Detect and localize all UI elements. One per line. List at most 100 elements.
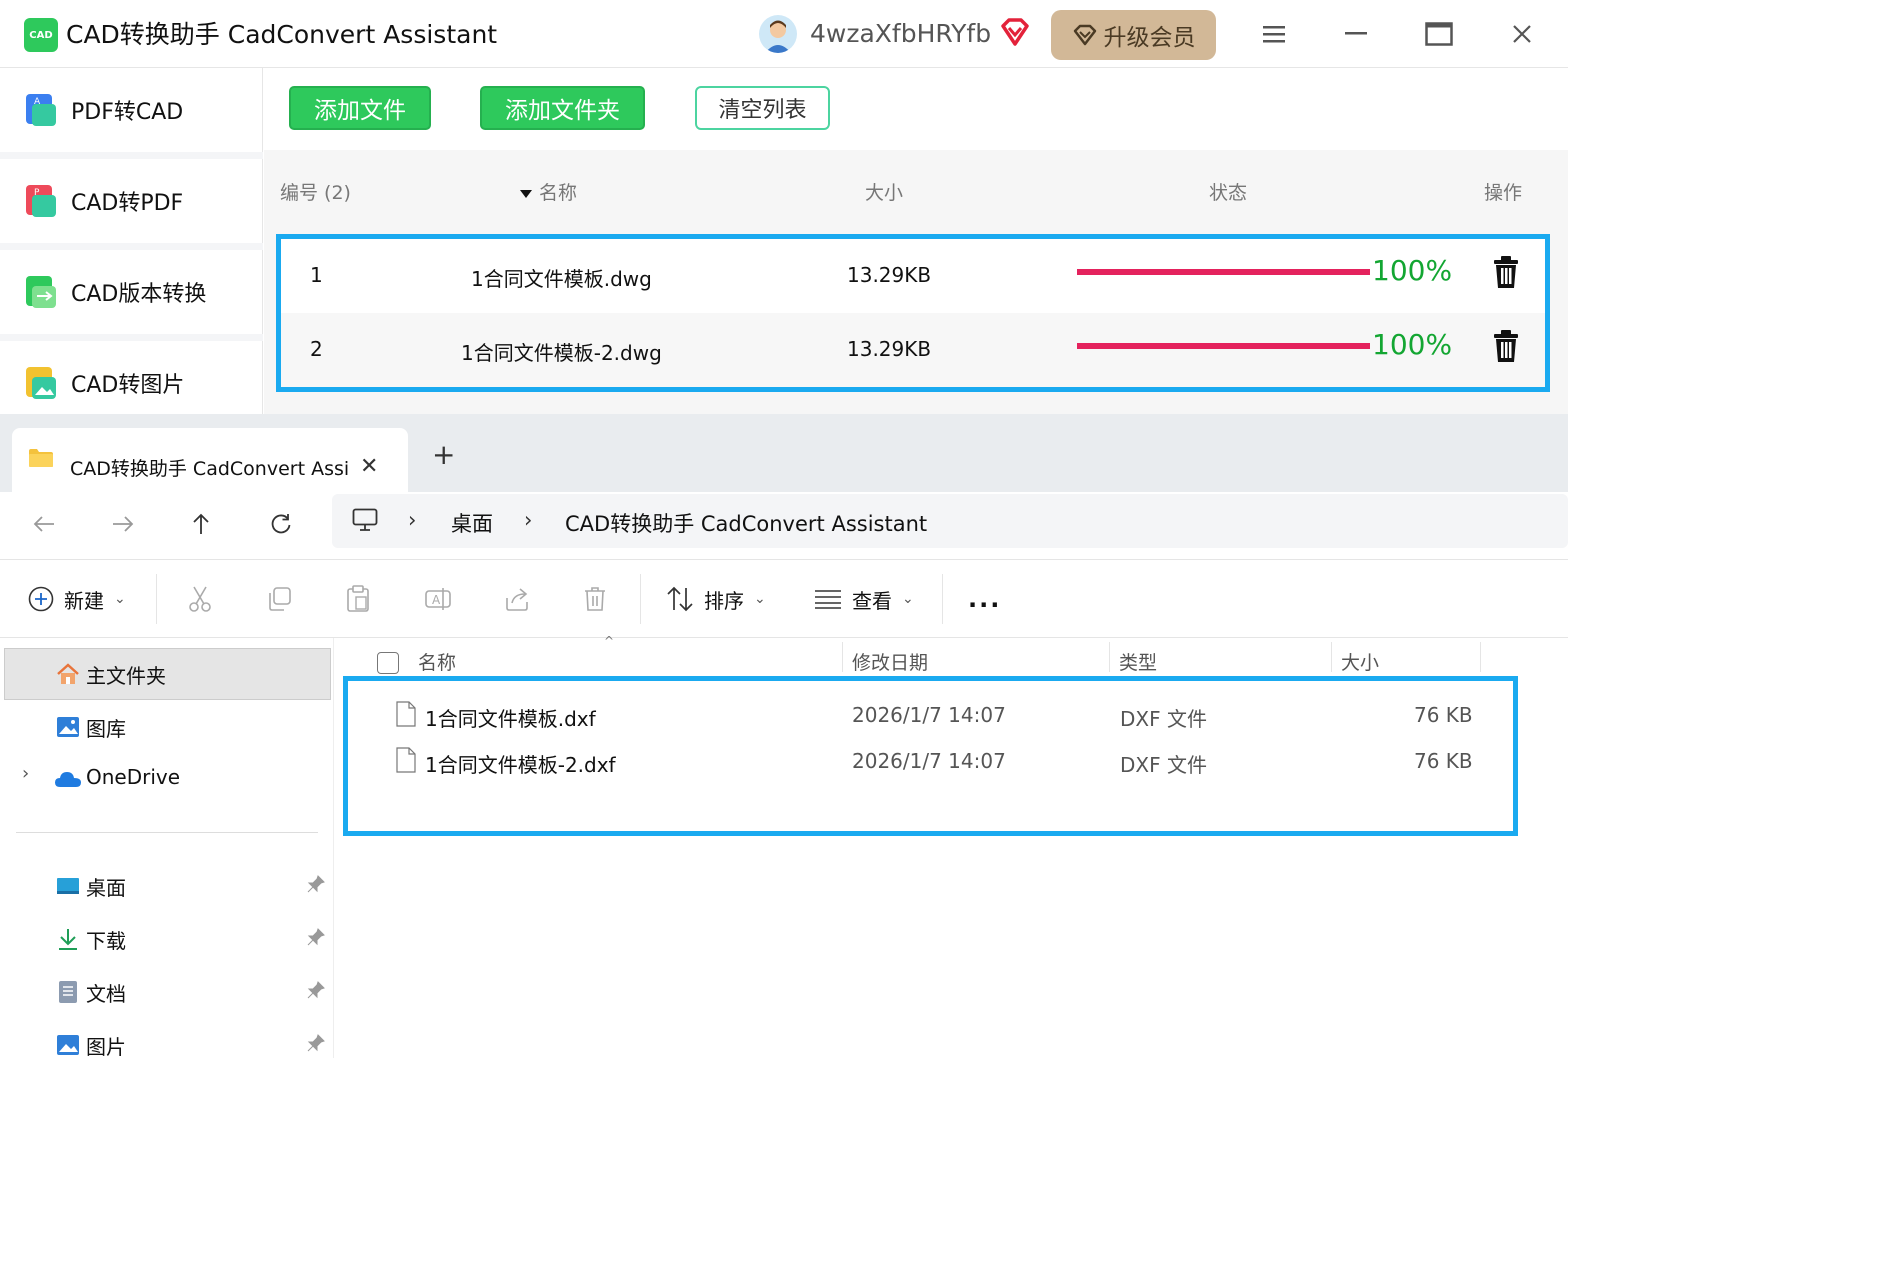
- desktop-icon: [57, 878, 79, 894]
- more-options-button[interactable]: ...: [968, 560, 1001, 638]
- maximize-button[interactable]: [1419, 14, 1459, 54]
- table-row[interactable]: 1 1合同文件模板.dwg 13.29KB 100%: [281, 239, 1545, 313]
- new-tab-icon[interactable]: +: [432, 438, 455, 471]
- hamburger-icon: [1263, 26, 1285, 43]
- nav-item-onedrive[interactable]: › OneDrive: [0, 753, 334, 805]
- sort-icon: [667, 586, 693, 612]
- explorer-tab[interactable]: CAD转换助手 CadConvert Assi ✕: [12, 428, 408, 494]
- trash-icon[interactable]: [1491, 329, 1521, 363]
- chevron-right-icon: ›: [408, 508, 417, 532]
- pin-icon[interactable]: [306, 927, 326, 947]
- minimize-icon: [1345, 32, 1367, 35]
- diamond-icon: [1073, 24, 1096, 46]
- header-status[interactable]: 状态: [1209, 178, 1247, 205]
- breadcrumb-desktop[interactable]: 桌面: [451, 508, 493, 538]
- highlight-box-converted-rows: 1 1合同文件模板.dwg 13.29KB 100% 2 1合同文件模板-2.d…: [276, 234, 1550, 392]
- nav-label: 图片: [86, 1035, 126, 1059]
- trash-icon[interactable]: [1491, 255, 1521, 289]
- add-folder-button[interactable]: 添加文件夹: [480, 86, 645, 130]
- file-icon: [396, 701, 416, 727]
- title-bar: CAD CAD转换助手 CadConvert Assistant 4wzaXfb…: [0, 0, 1568, 68]
- upgrade-vip-button[interactable]: 升级会员: [1051, 10, 1216, 60]
- nav-item-home[interactable]: 主文件夹: [0, 648, 334, 700]
- pin-icon[interactable]: [306, 1033, 326, 1053]
- file-explorer-window: CAD转换助手 CadConvert Assi ✕ + › 桌面 › CAD转换…: [0, 414, 1568, 1059]
- trash-icon: [585, 587, 605, 611]
- cad-toolbar: 添加文件 添加文件夹 清空列表: [264, 68, 1568, 150]
- download-icon: [59, 929, 77, 950]
- back-button[interactable]: [24, 504, 64, 544]
- column-modified[interactable]: 修改日期: [852, 648, 928, 675]
- sidebar-item-cad-version[interactable]: CAD版本转换: [0, 250, 263, 334]
- copy-button[interactable]: [266, 560, 292, 638]
- rename-button[interactable]: A: [424, 560, 452, 638]
- nav-label: 下载: [86, 929, 126, 953]
- clear-list-button[interactable]: 清空列表: [695, 86, 830, 130]
- pin-icon[interactable]: [306, 980, 326, 1000]
- command-bar: 新建 ⌄ A 排序 ⌄ 查看 ⌄ ...: [0, 560, 1568, 638]
- paste-button[interactable]: [345, 560, 371, 638]
- view-button[interactable]: 查看 ⌄: [814, 560, 914, 638]
- sort-button[interactable]: 排序 ⌄: [666, 560, 766, 638]
- close-tab-icon[interactable]: ✕: [360, 454, 378, 479]
- delete-button[interactable]: [583, 560, 607, 638]
- file-modified: 2026/1/7 14:07: [852, 703, 1006, 727]
- new-button[interactable]: 新建 ⌄: [28, 560, 126, 638]
- header-index[interactable]: 编号 (2): [280, 178, 351, 205]
- file-type: DXF 文件: [1120, 707, 1207, 731]
- table-row[interactable]: 2 1合同文件模板-2.dwg 13.29KB 100%: [281, 313, 1545, 387]
- sidebar-label: CAD转PDF: [71, 191, 184, 216]
- share-button[interactable]: [504, 560, 530, 638]
- column-type[interactable]: 类型: [1119, 648, 1157, 675]
- avatar[interactable]: [759, 15, 797, 53]
- cut-button[interactable]: [186, 560, 214, 638]
- address-bar[interactable]: › 桌面 › CAD转换助手 CadConvert Assistant: [332, 494, 1568, 548]
- nav-item-pictures[interactable]: 图片: [0, 1019, 334, 1071]
- menu-button[interactable]: [1254, 14, 1294, 54]
- conversion-file-table: 编号 (2) 名称 大小 状态 操作 1 1合同文件模板.dwg 13.29KB…: [264, 150, 1568, 414]
- chevron-right-icon[interactable]: ›: [22, 763, 29, 784]
- row-filename: 1合同文件模板-2.dwg: [461, 341, 662, 365]
- divider: [0, 243, 263, 250]
- highlight-box-output-files: 1合同文件模板.dxf 2026/1/7 14:07 DXF 文件 76 KB …: [343, 676, 1518, 836]
- divider: [0, 152, 263, 159]
- progress-percent: 100%: [1372, 254, 1453, 287]
- add-file-button[interactable]: 添加文件: [289, 86, 431, 130]
- close-button[interactable]: [1502, 14, 1542, 54]
- refresh-button[interactable]: [261, 504, 301, 544]
- column-size[interactable]: 大小: [1341, 648, 1379, 675]
- sidebar-item-cad-to-pdf[interactable]: P CAD转PDF: [0, 159, 263, 243]
- file-name: 1合同文件模板-2.dxf: [425, 753, 616, 777]
- up-button[interactable]: [181, 504, 221, 544]
- svg-text:A: A: [34, 97, 41, 107]
- divider: [640, 574, 641, 624]
- header-name[interactable]: 名称: [519, 178, 577, 205]
- sidebar-label: CAD版本转换: [71, 282, 207, 307]
- refresh-icon: [271, 514, 291, 534]
- nav-label: 桌面: [86, 876, 126, 900]
- forward-button[interactable]: [103, 504, 143, 544]
- app-logo: CAD: [24, 18, 58, 52]
- header-size[interactable]: 大小: [865, 178, 903, 205]
- progress-fill: [1077, 343, 1370, 349]
- row-index: 2: [310, 337, 323, 361]
- breadcrumb-folder[interactable]: CAD转换助手 CadConvert Assistant: [565, 508, 927, 538]
- pin-icon[interactable]: [306, 874, 326, 894]
- minimize-button[interactable]: [1336, 14, 1376, 54]
- nav-item-documents[interactable]: 文档: [0, 966, 334, 1018]
- divider: [16, 832, 318, 833]
- username[interactable]: 4wzaXfbHRYfb: [810, 17, 991, 51]
- nav-item-desktop[interactable]: 桌面: [0, 860, 334, 912]
- close-icon: [1513, 25, 1531, 43]
- file-row[interactable]: 1合同文件模板.dxf 2026/1/7 14:07 DXF 文件 76 KB: [348, 691, 1513, 737]
- nav-label: 主文件夹: [86, 664, 166, 688]
- sidebar-item-pdf-to-cad[interactable]: A PDF转CAD: [0, 68, 263, 152]
- nav-item-gallery[interactable]: 图库: [0, 701, 334, 753]
- select-all-checkbox[interactable]: [377, 652, 399, 674]
- column-name[interactable]: 名称: [418, 648, 456, 675]
- file-row[interactable]: 1合同文件模板-2.dxf 2026/1/7 14:07 DXF 文件 76 K…: [348, 737, 1513, 783]
- tab-title: CAD转换助手 CadConvert Assi: [70, 458, 350, 480]
- file-list-pane: ^ 名称 修改日期 类型 大小 1合同文件模板.dxf 2026/1/7 14:…: [334, 634, 1568, 1058]
- nav-item-downloads[interactable]: 下载: [0, 913, 334, 965]
- sidebar-item-cad-to-image[interactable]: CAD转图片: [0, 341, 263, 425]
